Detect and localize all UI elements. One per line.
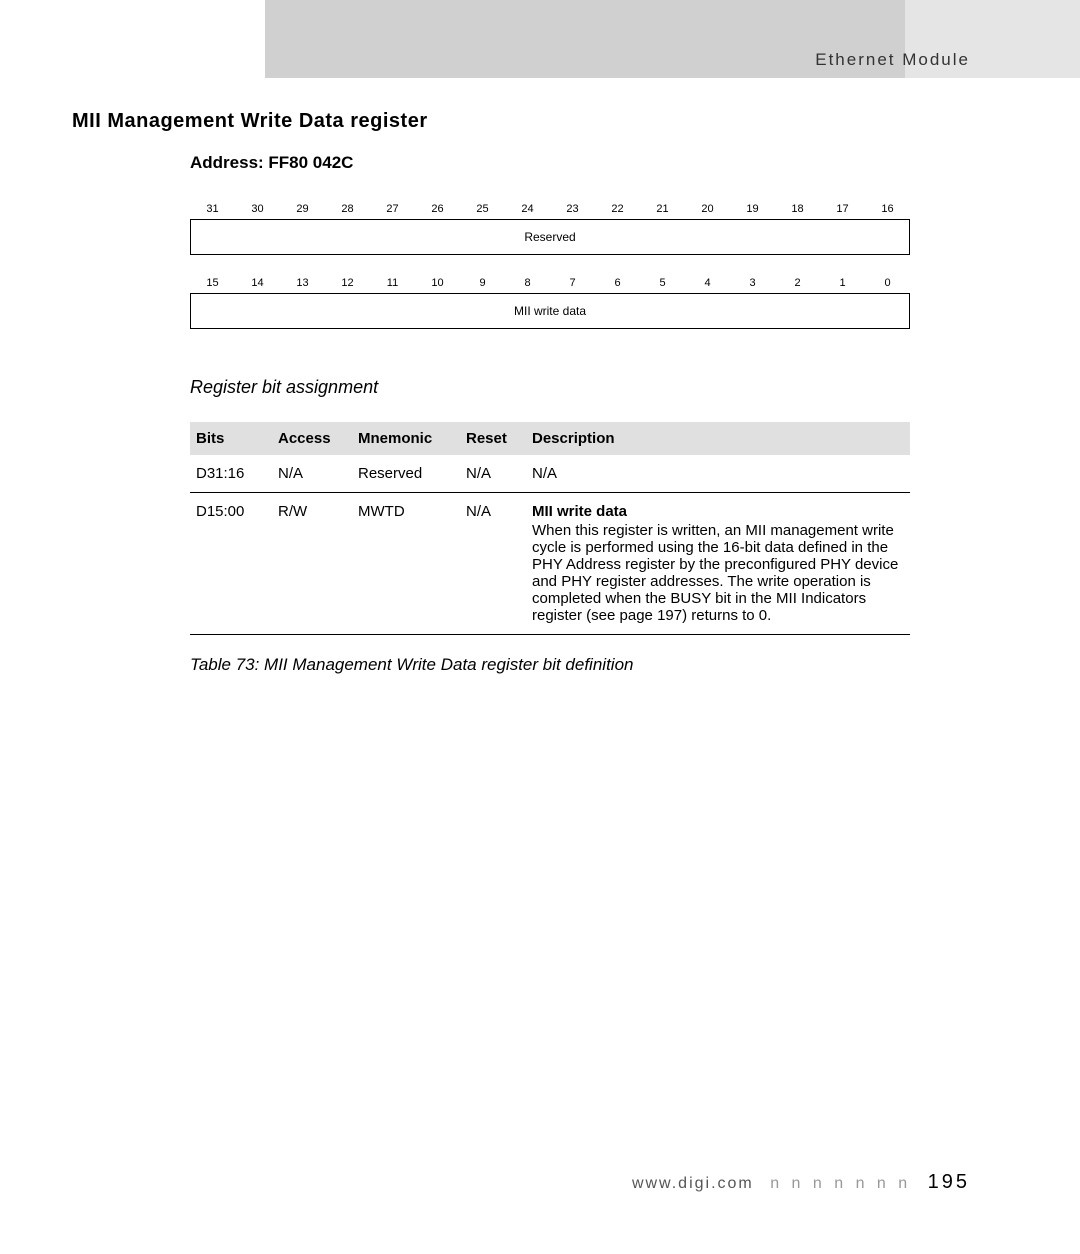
bit-number: 7 [550,277,595,289]
bit-number: 11 [370,277,415,289]
bit-number: 3 [730,277,775,289]
th-bits: Bits [190,422,278,455]
bit-number: 19 [730,203,775,215]
th-desc: Description [532,422,910,455]
bit-number: 10 [415,277,460,289]
page-title: MII Management Write Data register [72,110,970,133]
bit-number: 8 [505,277,550,289]
bit-number: 0 [865,277,910,289]
bit-box-reserved: Reserved [190,219,910,255]
table-header-row: Bits Access Mnemonic Reset Description [190,422,910,455]
bit-number: 6 [595,277,640,289]
footer-separator: n n n n n n n [770,1175,911,1192]
table-caption: Table 73: MII Management Write Data regi… [190,655,970,675]
table-cell-description: MII write data When this register is writ… [532,493,910,635]
bit-number: 25 [460,203,505,215]
bit-number: 29 [280,203,325,215]
table-cell: D31:16 [190,455,278,493]
bit-numbers-high: 31302928272625242322212019181716 [190,203,910,215]
bit-numbers-low: 1514131211109876543210 [190,277,910,289]
table-cell-description: N/A [532,455,910,493]
table-cell: N/A [466,493,532,635]
bit-number: 31 [190,203,235,215]
bit-number: 1 [820,277,865,289]
bit-number: 5 [640,277,685,289]
table-row: D31:16N/AReservedN/AN/A [190,455,910,493]
page-footer: www.digi.com n n n n n n n 195 [0,1171,970,1194]
bit-number: 23 [550,203,595,215]
page-number: 195 [928,1171,970,1193]
bit-box-mii-write-data: MII write data [190,293,910,329]
bit-number: 9 [460,277,505,289]
header-tab [265,0,905,78]
bit-number: 4 [685,277,730,289]
table-cell: N/A [466,455,532,493]
bit-number: 16 [865,203,910,215]
bit-number: 13 [280,277,325,289]
bit-number: 24 [505,203,550,215]
footer-url: www.digi.com [632,1175,754,1192]
address-label: Address: FF80 042C [190,153,970,173]
subheading: Register bit assignment [190,377,970,398]
table-cell: MWTD [358,493,466,635]
table-cell: D15:00 [190,493,278,635]
description-body: When this register is written, an MII ma… [532,522,898,624]
description-title: MII write data [532,503,904,520]
bit-number: 30 [235,203,280,215]
bit-number: 22 [595,203,640,215]
header-band: Ethernet Module [265,0,1080,78]
bit-number: 20 [685,203,730,215]
bit-diagram: 31302928272625242322212019181716 Reserve… [190,203,910,329]
header-section-label: Ethernet Module [815,50,970,70]
bit-number: 12 [325,277,370,289]
bit-number: 27 [370,203,415,215]
bit-number: 18 [775,203,820,215]
description-body: N/A [532,465,557,482]
table-cell: N/A [278,455,358,493]
table-cell: R/W [278,493,358,635]
table-cell: Reserved [358,455,466,493]
bit-number: 21 [640,203,685,215]
register-table: Bits Access Mnemonic Reset Description D… [190,422,910,635]
th-reset: Reset [466,422,532,455]
table-row: D15:00R/WMWTDN/AMII write data When this … [190,493,910,635]
bit-number: 14 [235,277,280,289]
th-access: Access [278,422,358,455]
bit-number: 28 [325,203,370,215]
bit-number: 15 [190,277,235,289]
bit-number: 2 [775,277,820,289]
th-mnemonic: Mnemonic [358,422,466,455]
bit-number: 17 [820,203,865,215]
bit-number: 26 [415,203,460,215]
page-content: MII Management Write Data register Addre… [72,110,970,675]
